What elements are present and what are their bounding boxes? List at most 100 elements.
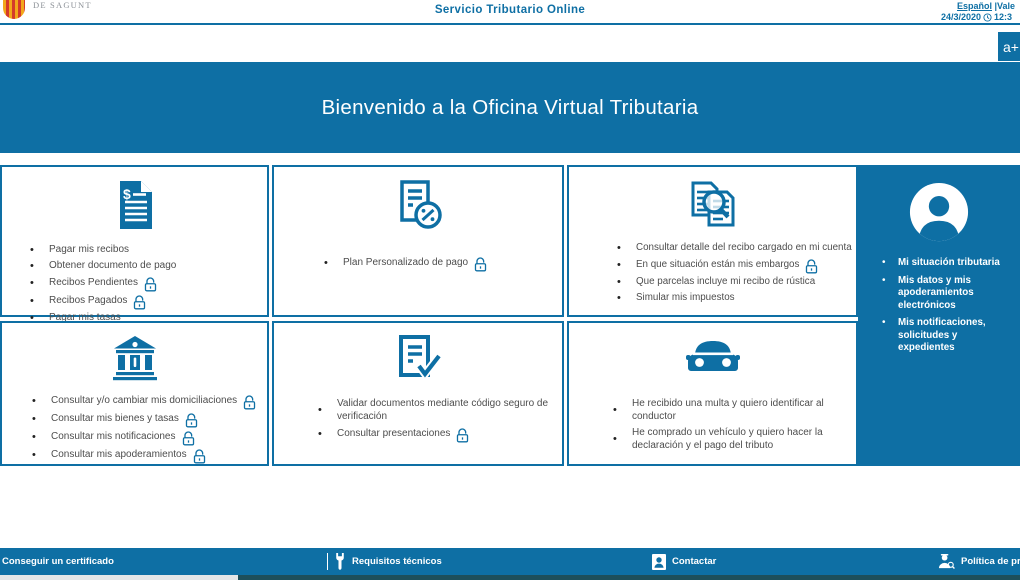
- page-title: Servicio Tributario Online: [0, 4, 1020, 16]
- link-pagar-recibos[interactable]: Pagar mis recibos: [30, 243, 267, 256]
- bullet: [882, 275, 898, 313]
- footer-link-contactar[interactable]: Contactar: [652, 548, 716, 575]
- bullet: [882, 257, 898, 270]
- bullet: [30, 260, 49, 272]
- link-label: Mi situación tributaria: [898, 257, 1000, 270]
- link-validar-documentos-csv[interactable]: Validar documentos mediante código segur…: [318, 397, 562, 423]
- link-mis-datos-apoderamientos[interactable]: Mis datos y mis apoderamientos electróni…: [882, 275, 1020, 313]
- card-validacion-documentos: Validar documentos mediante código segur…: [272, 321, 564, 466]
- footer-link-conseguir-certificado[interactable]: Conseguir un certificado: [2, 548, 114, 575]
- bullet: [30, 295, 49, 307]
- link-label: Que parcelas incluye mi recibo de rústic…: [636, 275, 815, 288]
- lock-icon: [243, 395, 256, 410]
- page: AJUNTAMENT DE SAGUNT Servicio Tributario…: [0, 0, 1020, 580]
- link-obtener-documento-pago[interactable]: Obtener documento de pago: [30, 259, 267, 272]
- lock-icon: [182, 431, 195, 446]
- lock-icon: [193, 449, 206, 464]
- link-situacion-embargos[interactable]: En que situación están mis embargos: [617, 257, 856, 272]
- user-area-panel: Mi situación tributaria Mis datos y mis …: [858, 165, 1020, 466]
- car-icon: [686, 338, 740, 378]
- privacy-detective-icon: [938, 553, 955, 570]
- footer-link-label: Política de priva: [961, 556, 1020, 567]
- bullet: [32, 449, 51, 461]
- link-consultar-presentaciones[interactable]: Consultar presentaciones: [318, 426, 562, 441]
- card-plan-pago: Plan Personalizado de pago: [272, 165, 564, 317]
- link-bienes-tasas[interactable]: Consultar mis bienes y tasas: [32, 411, 267, 426]
- documents-search-icon: [685, 179, 741, 231]
- clock-icon: [983, 13, 992, 22]
- bullet: [30, 277, 49, 289]
- bullet: [882, 317, 898, 355]
- bullet: [613, 433, 632, 445]
- link-cambiar-domiciliaciones[interactable]: Consultar y/o cambiar mis domiciliacione…: [32, 393, 267, 408]
- lock-icon: [805, 259, 818, 274]
- link-consultar-apoderamientos[interactable]: Consultar mis apoderamientos: [32, 447, 267, 462]
- link-plan-personalizado-pago[interactable]: Plan Personalizado de pago: [324, 255, 562, 270]
- top-bar: AJUNTAMENT DE SAGUNT Servicio Tributario…: [0, 0, 1020, 25]
- document-percent-icon: [392, 179, 444, 231]
- link-mi-situacion-tributaria[interactable]: Mi situación tributaria: [882, 257, 1020, 270]
- link-label: Mis notificaciones, solicitudes y expedi…: [898, 317, 1003, 355]
- link-label: Pagar mis recibos: [49, 243, 129, 256]
- horizontal-scrollbar[interactable]: [0, 575, 1020, 580]
- bullet: [613, 404, 632, 416]
- bullet: [318, 404, 337, 416]
- link-multa-identificar-conductor[interactable]: He recibido una multa y quiero identific…: [613, 397, 856, 423]
- link-label: Recibos Pendientes: [49, 276, 138, 289]
- link-label: Simular mis impuestos: [636, 291, 735, 304]
- bullet: [617, 242, 636, 254]
- wrench-icon: [334, 553, 346, 570]
- link-label: Consultar detalle del recibo cargado en …: [636, 241, 852, 254]
- link-label: Obtener documento de pago: [49, 259, 176, 272]
- footer-bar: Conseguir un certificado Requisitos técn…: [0, 548, 1020, 575]
- datetime: 24/3/2020 12:3: [941, 12, 1012, 22]
- footer-link-requisitos-tecnicos[interactable]: Requisitos técnicos: [334, 548, 442, 575]
- link-mis-notificaciones-solicitudes[interactable]: Mis notificaciones, solicitudes y expedi…: [882, 317, 1020, 355]
- link-recibos-pagados[interactable]: Recibos Pagados: [30, 293, 267, 308]
- language-spanish-link[interactable]: Español: [957, 1, 992, 11]
- link-label: Recibos Pagados: [49, 294, 127, 307]
- bullet: [324, 257, 343, 269]
- language-switcher: Español |Vale: [957, 1, 1015, 11]
- services-grid: $ Pagar mis recibos Obtener documento de…: [0, 165, 1020, 466]
- link-label: Validar documentos mediante código segur…: [337, 397, 552, 423]
- language-valencian-link[interactable]: |Vale: [995, 1, 1016, 11]
- user-icon: [908, 181, 970, 243]
- bullet: [32, 431, 51, 443]
- svg-text:$: $: [123, 186, 131, 202]
- welcome-title: Bienvenido a la Oficina Virtual Tributar…: [322, 96, 699, 120]
- contact-card-icon: [652, 554, 666, 570]
- link-label: He recibido una multa y quiero identific…: [632, 397, 837, 423]
- link-consultar-notificaciones[interactable]: Consultar mis notificaciones: [32, 429, 267, 444]
- bullet: [318, 428, 337, 440]
- date-text: 24/3/2020: [941, 12, 981, 22]
- horizontal-scrollbar-thumb[interactable]: [0, 575, 238, 580]
- bullet: [32, 413, 51, 425]
- welcome-banner: Bienvenido a la Oficina Virtual Tributar…: [0, 62, 1020, 153]
- link-consultar-detalle-recibo[interactable]: Consultar detalle del recibo cargado en …: [617, 241, 856, 254]
- increase-font-size-button[interactable]: a+: [998, 32, 1020, 61]
- card-recibos: $ Pagar mis recibos Obtener documento de…: [0, 165, 269, 317]
- card-domiciliaciones: Consultar y/o cambiar mis domiciliacione…: [0, 321, 269, 466]
- lock-icon: [474, 257, 487, 272]
- bullet: [30, 244, 49, 256]
- lock-icon: [133, 295, 146, 310]
- link-label: Plan Personalizado de pago: [343, 256, 468, 269]
- link-recibos-pendientes[interactable]: Recibos Pendientes: [30, 275, 267, 290]
- time-text: 12:3: [994, 12, 1012, 22]
- bank-icon: [111, 335, 159, 381]
- link-simular-impuestos[interactable]: Simular mis impuestos: [617, 291, 856, 304]
- card-vehiculos-multas: He recibido una multa y quiero identific…: [567, 321, 858, 466]
- footer-link-politica-privacidad[interactable]: Política de priva: [938, 548, 1020, 575]
- lock-icon: [144, 277, 157, 292]
- bullet: [617, 276, 636, 288]
- link-label: Consultar y/o cambiar mis domiciliacione…: [51, 394, 237, 407]
- link-vehiculo-declaracion-pago[interactable]: He comprado un vehículo y quiero hacer l…: [613, 426, 856, 452]
- link-parcelas-rustica[interactable]: Que parcelas incluye mi recibo de rústic…: [617, 275, 856, 288]
- card-consultas-recibos: Consultar detalle del recibo cargado en …: [567, 165, 858, 317]
- footer-link-label: Requisitos técnicos: [352, 556, 442, 567]
- link-label: He comprado un vehículo y quiero hacer l…: [632, 426, 837, 452]
- bullet: [32, 395, 51, 407]
- lock-icon: [456, 428, 469, 443]
- document-dollar-icon: $: [113, 179, 157, 231]
